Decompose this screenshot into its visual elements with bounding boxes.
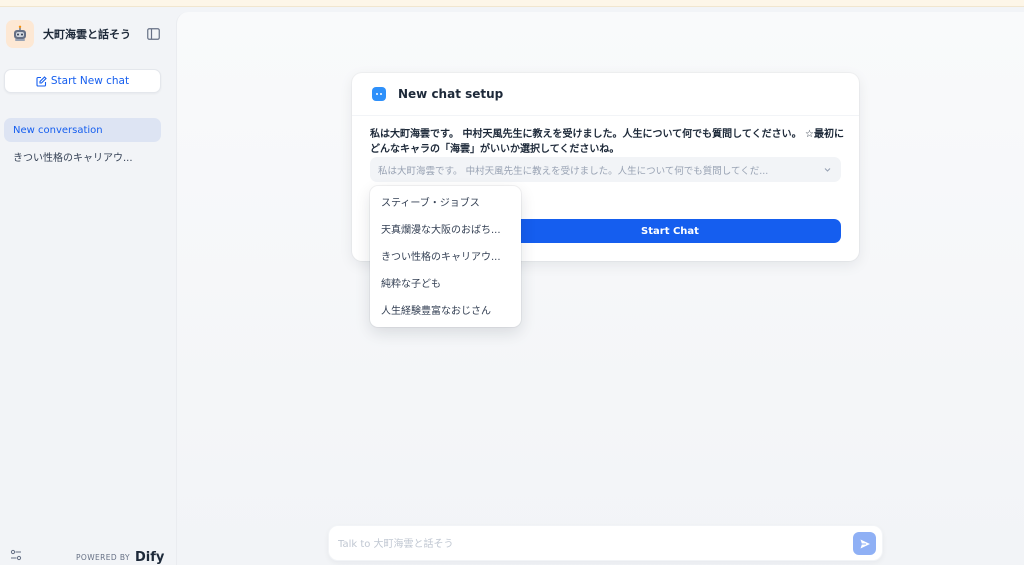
chat-bubble-icon: [372, 87, 386, 101]
send-button[interactable]: [853, 532, 876, 555]
sidebar: 大町海雲と話そう Start New chat New conversation…: [0, 7, 176, 565]
app-brand: 大町海雲と話そう: [6, 19, 164, 49]
dropdown-option[interactable]: スティーブ・ジョブス: [370, 188, 521, 215]
chevron-down-icon: [824, 168, 831, 172]
conversation-label: New conversation: [13, 124, 103, 136]
sliders-icon[interactable]: [10, 549, 22, 561]
edit-icon: [36, 75, 47, 87]
powered-by: POWERED BY Dify: [76, 550, 164, 565]
conversation-item-active[interactable]: New conversation: [4, 118, 161, 142]
dropdown-option[interactable]: 天真爛漫な大阪のおばち...: [370, 215, 521, 242]
card-header: New chat setup: [352, 73, 859, 116]
send-icon: [860, 539, 870, 548]
conversation-label: きつい性格のキャリアウ...: [13, 152, 133, 164]
select-value: 私は大町海雲です。 中村天風先生に教えを受けました。人生について何でも質問してく…: [378, 165, 769, 177]
conversation-item[interactable]: きつい性格のキャリアウ...: [4, 144, 161, 168]
sidebar-footer: POWERED BY Dify: [0, 546, 176, 565]
character-select[interactable]: 私は大町海雲です。 中村天風先生に教えを受けました。人生について何でも質問してく…: [370, 157, 841, 182]
app-title: 大町海雲と話そう: [43, 28, 131, 41]
chat-input[interactable]: [338, 535, 838, 553]
dify-logo: Dify: [135, 550, 165, 565]
dropdown-option[interactable]: きつい性格のキャリアウ...: [370, 242, 521, 269]
top-banner-strip: [0, 0, 1024, 7]
start-chat-button[interactable]: Start Chat: [499, 219, 841, 243]
robot-avatar-icon: [6, 20, 34, 48]
character-dropdown: スティーブ・ジョブス 天真爛漫な大阪のおばち... きつい性格のキャリアウ...…: [370, 186, 521, 327]
dropdown-option[interactable]: 純粋な子ども: [370, 269, 521, 296]
card-title: New chat setup: [398, 87, 504, 101]
opening-prompt: 私は大町海雲です。 中村天風先生に教えを受けました。人生について何でも質問してく…: [370, 129, 845, 155]
sidebar-toggle-icon[interactable]: [146, 27, 160, 41]
start-new-chat-label: Start New chat: [50, 75, 130, 87]
powered-by-label: POWERED BY: [76, 553, 131, 562]
start-new-chat-button[interactable]: Start New chat: [4, 69, 161, 93]
dropdown-option[interactable]: 人生経験豊富なおじさん: [370, 296, 521, 323]
chat-input-bar: [328, 525, 883, 561]
